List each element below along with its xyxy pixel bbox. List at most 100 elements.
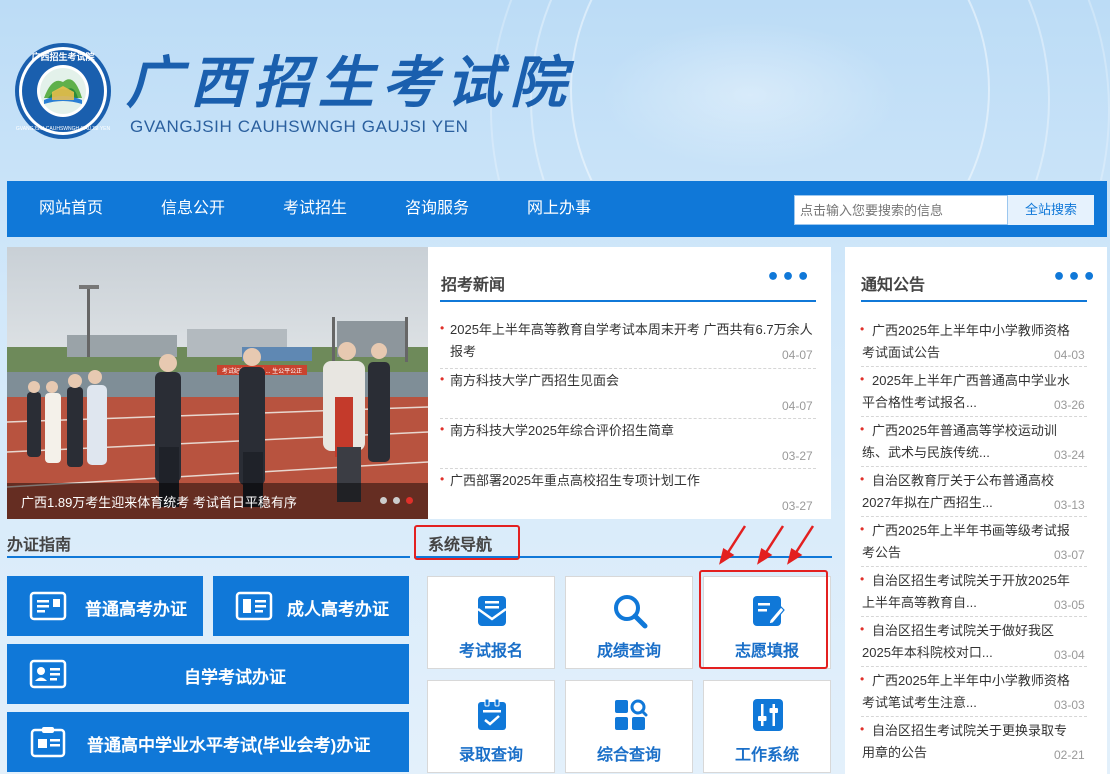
carousel-dot-1[interactable]: [380, 497, 387, 504]
notices-title-underline: [861, 300, 1087, 302]
news-date: 04-07: [782, 348, 813, 362]
academic-level-cert-label: 普通高中学业水平考试(毕业会考)办证: [87, 736, 371, 755]
divider: [861, 566, 1087, 567]
news-panel: 招考新闻 ••• • 2025年上半年高等教育自学考试本周末开考 广西共有6.7…: [428, 247, 831, 519]
notice-item-line1: 2025年上半年广西普通高中学业水: [872, 373, 1070, 388]
id-card-icon: [29, 591, 67, 621]
bullet-icon: •: [860, 672, 865, 686]
tile-comprehensive-query[interactable]: 综合查询: [565, 680, 693, 773]
site-subtitle: GVANGJSIH CAUHSWNGH GAUJSI YEN: [130, 117, 469, 136]
nav-item-exams[interactable]: 考试招生: [283, 181, 347, 237]
notice-item-line1: 广西2025年上半年中小学教师资格: [872, 323, 1070, 338]
tile-work-system[interactable]: 工作系统: [703, 680, 831, 773]
bullet-icon: •: [860, 322, 865, 336]
search-icon: [614, 595, 648, 629]
bullet-icon: •: [860, 372, 865, 386]
divider: [440, 418, 816, 419]
carousel-caption[interactable]: 广西1.89万考生迎来体育统考 考试首日平稳有序: [21, 492, 297, 511]
nav-item-online[interactable]: 网上办事: [527, 181, 591, 237]
notice-item-line1: 自治区招生考试院关于做好我区: [872, 623, 1055, 638]
clipboard-check-icon: [478, 698, 506, 730]
academic-level-cert-button[interactable]: 普通高中学业水平考试(毕业会考)办证: [7, 712, 409, 772]
notice-date: 03-03: [1054, 698, 1085, 712]
certificate-icon: [30, 727, 66, 758]
svg-text:GVANGJSIH CAUHSWNGH GAUJSI YEN: GVANGJSIH CAUHSWNGH GAUJSI YEN: [16, 126, 111, 132]
tile-label: 成绩查询: [596, 643, 661, 660]
news-date: 04-07: [782, 399, 813, 413]
news-title-underline: [440, 300, 816, 302]
news-item[interactable]: • 2025年上半年高等教育自学考试本周末开考 广西共有6.7万余人报考: [440, 319, 820, 363]
tile-label: 综合查询: [596, 747, 661, 764]
notice-date: 03-07: [1054, 548, 1085, 562]
news-item[interactable]: • 广西部署2025年重点高校招生专项计划工作: [440, 470, 820, 492]
sliders-icon: [753, 699, 783, 731]
bullet-icon: •: [440, 321, 445, 335]
divider: [861, 716, 1087, 717]
bullet-icon: •: [860, 572, 865, 586]
divider: [861, 366, 1087, 367]
notice-item-line1: 自治区教育厅关于公布普通高校: [872, 473, 1055, 488]
carousel-dot-3[interactable]: [406, 497, 413, 504]
news-item[interactable]: • 南方科技大学广西招生见面会: [440, 370, 820, 392]
notice-date: 04-03: [1054, 348, 1085, 362]
guide-title: 办证指南: [7, 537, 72, 554]
tile-highlight-box: [699, 570, 828, 669]
search-button[interactable]: 全站搜索: [1008, 195, 1094, 225]
news-date: 03-27: [782, 449, 813, 463]
seal-logo-icon[interactable]: 广西招生考试院 GVANGJSIH CAUHSWNGH GAUJSI YEN: [14, 42, 112, 140]
notice-date: 03-13: [1054, 498, 1085, 512]
notice-date: 03-04: [1054, 648, 1085, 662]
notice-item-line1: 自治区招生考试院关于更换录取专: [872, 723, 1068, 738]
bullet-icon: •: [440, 472, 445, 486]
nav-item-home[interactable]: 网站首页: [39, 181, 103, 237]
news-item-text: 广西部署2025年重点高校招生专项计划工作: [450, 473, 700, 488]
bullet-icon: •: [440, 422, 445, 436]
bullet-icon: •: [860, 422, 865, 436]
news-carousel[interactable]: 考试纪律和规则 ... 生公平公正: [7, 247, 428, 519]
nav-item-consult[interactable]: 咨询服务: [405, 181, 469, 237]
divider: [861, 616, 1087, 617]
divider: [861, 416, 1087, 417]
notice-item-line1: 广西2025年上半年中小学教师资格: [872, 673, 1070, 688]
carousel-photo: 考试纪律和规则 ... 生公平公正: [7, 247, 428, 519]
adult-exam-cert-button[interactable]: 成人高考办证: [213, 576, 409, 636]
notice-date: 03-24: [1054, 448, 1085, 462]
bullet-icon: •: [440, 372, 445, 386]
divider: [440, 468, 816, 469]
id-card-icon: [29, 659, 67, 689]
news-more-icon[interactable]: •••: [766, 265, 811, 290]
mail-icon: [477, 596, 507, 626]
news-item-text: 南方科技大学2025年综合评价招生简章: [450, 423, 674, 438]
adult-exam-cert-label: 成人高考办证: [287, 600, 389, 619]
self-study-cert-button[interactable]: 自学考试办证: [7, 644, 409, 704]
notice-date: 03-26: [1054, 398, 1085, 412]
bullet-icon: •: [860, 622, 865, 636]
svg-text:广西招生考试院: 广西招生考试院: [31, 51, 94, 63]
main-nav: 网站首页 信息公开 考试招生 咨询服务 网上办事 全站搜索: [7, 181, 1107, 237]
notices-title: 通知公告: [861, 277, 926, 294]
nav-item-info[interactable]: 信息公开: [161, 181, 225, 237]
search-input[interactable]: [795, 196, 1007, 224]
divider: [861, 666, 1087, 667]
search-box: [794, 195, 1008, 225]
self-study-cert-label: 自学考试办证: [184, 668, 286, 687]
grid-search-icon: [615, 699, 648, 730]
divider: [861, 516, 1087, 517]
carousel-dot-2[interactable]: [393, 497, 400, 504]
tile-exam-registration[interactable]: 考试报名: [427, 576, 555, 669]
bullet-icon: •: [860, 722, 865, 736]
gaokao-cert-button[interactable]: 普通高考办证: [7, 576, 203, 636]
tile-admission-query[interactable]: 录取查询: [427, 680, 555, 773]
site-header: 广西招生考试院 GVANGJSIH CAUHSWNGH GAUJSI YEN 广…: [0, 0, 1110, 180]
id-card-icon: [235, 591, 273, 621]
tile-score-query[interactable]: 成绩查询: [565, 576, 693, 669]
bullet-icon: •: [860, 522, 865, 536]
news-title: 招考新闻: [441, 277, 506, 294]
tile-label: 考试报名: [458, 643, 523, 660]
notice-date: 02-21: [1054, 748, 1085, 762]
divider: [861, 466, 1087, 467]
notice-item-line1: 自治区招生考试院关于开放2025年: [872, 573, 1070, 588]
news-item[interactable]: • 南方科技大学2025年综合评价招生简章: [440, 420, 820, 442]
notices-more-icon[interactable]: •••: [1052, 265, 1097, 290]
annotation-arrows-icon: [719, 525, 815, 565]
